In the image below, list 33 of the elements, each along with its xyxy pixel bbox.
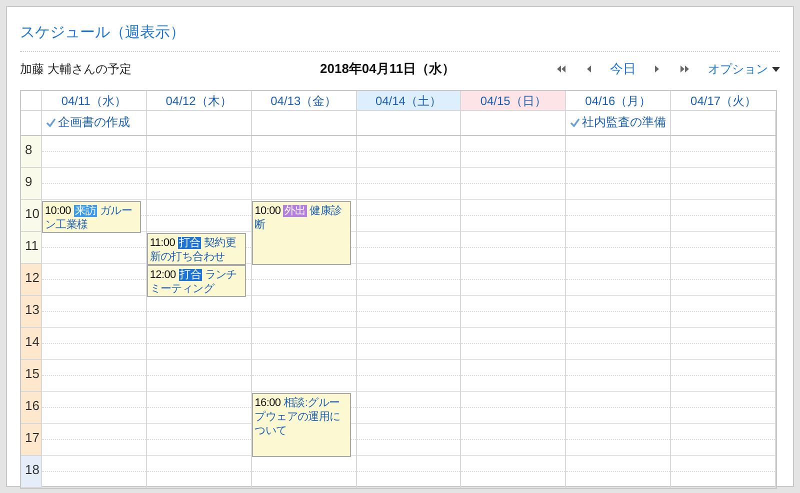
hour-label: 14 xyxy=(21,328,41,360)
hour-label: 17 xyxy=(21,424,41,456)
page-title: スケジュール（週表示） xyxy=(20,24,185,41)
hour-label: 15 xyxy=(21,360,41,392)
event-card[interactable]: 10:00 来訪 ガルーン工業様 xyxy=(42,201,141,233)
event-tag: 外出 xyxy=(283,205,307,217)
hour-label: 10 xyxy=(21,200,41,232)
day-header: 04/15（日） xyxy=(461,91,566,110)
check-icon xyxy=(46,118,56,126)
caret-icon xyxy=(772,66,780,72)
hour-label: 12 xyxy=(21,264,41,296)
day-header: 04/13（金） xyxy=(252,91,357,110)
check-icon xyxy=(570,118,580,126)
options-menu[interactable]: オプション xyxy=(708,60,780,78)
hour-label: 11 xyxy=(21,232,41,264)
event-card[interactable]: 10:00 外出 健康診断 xyxy=(252,201,351,265)
event-card[interactable]: 11:00 打合 契約更新の打ち合わせ xyxy=(146,233,246,265)
event-card[interactable]: 16:00 相談:グループウェアの運用について xyxy=(252,393,351,457)
day-header: 04/14（土） xyxy=(356,91,462,110)
hour-label: 8 xyxy=(21,136,41,168)
event-tag: 打合 xyxy=(178,237,202,249)
event-tag: 来訪 xyxy=(74,205,98,217)
event-card[interactable]: 12:00 打合 ランチミーティング xyxy=(146,265,246,297)
hour-label: 18 xyxy=(21,456,41,488)
all-day-event[interactable]: 社内監査の準備 xyxy=(582,113,666,131)
today-link[interactable]: 今日 xyxy=(610,59,636,79)
hour-label: 16 xyxy=(21,392,41,424)
event-tag: 打合 xyxy=(178,269,202,281)
owner-label: 加藤 大輔さんの予定 xyxy=(20,61,132,78)
hour-label: 9 xyxy=(21,168,41,200)
hour-label: 13 xyxy=(21,296,41,328)
all-day-event[interactable]: 企画書の作成 xyxy=(58,113,130,131)
current-date: 2018年04月11日（水） xyxy=(320,60,456,78)
